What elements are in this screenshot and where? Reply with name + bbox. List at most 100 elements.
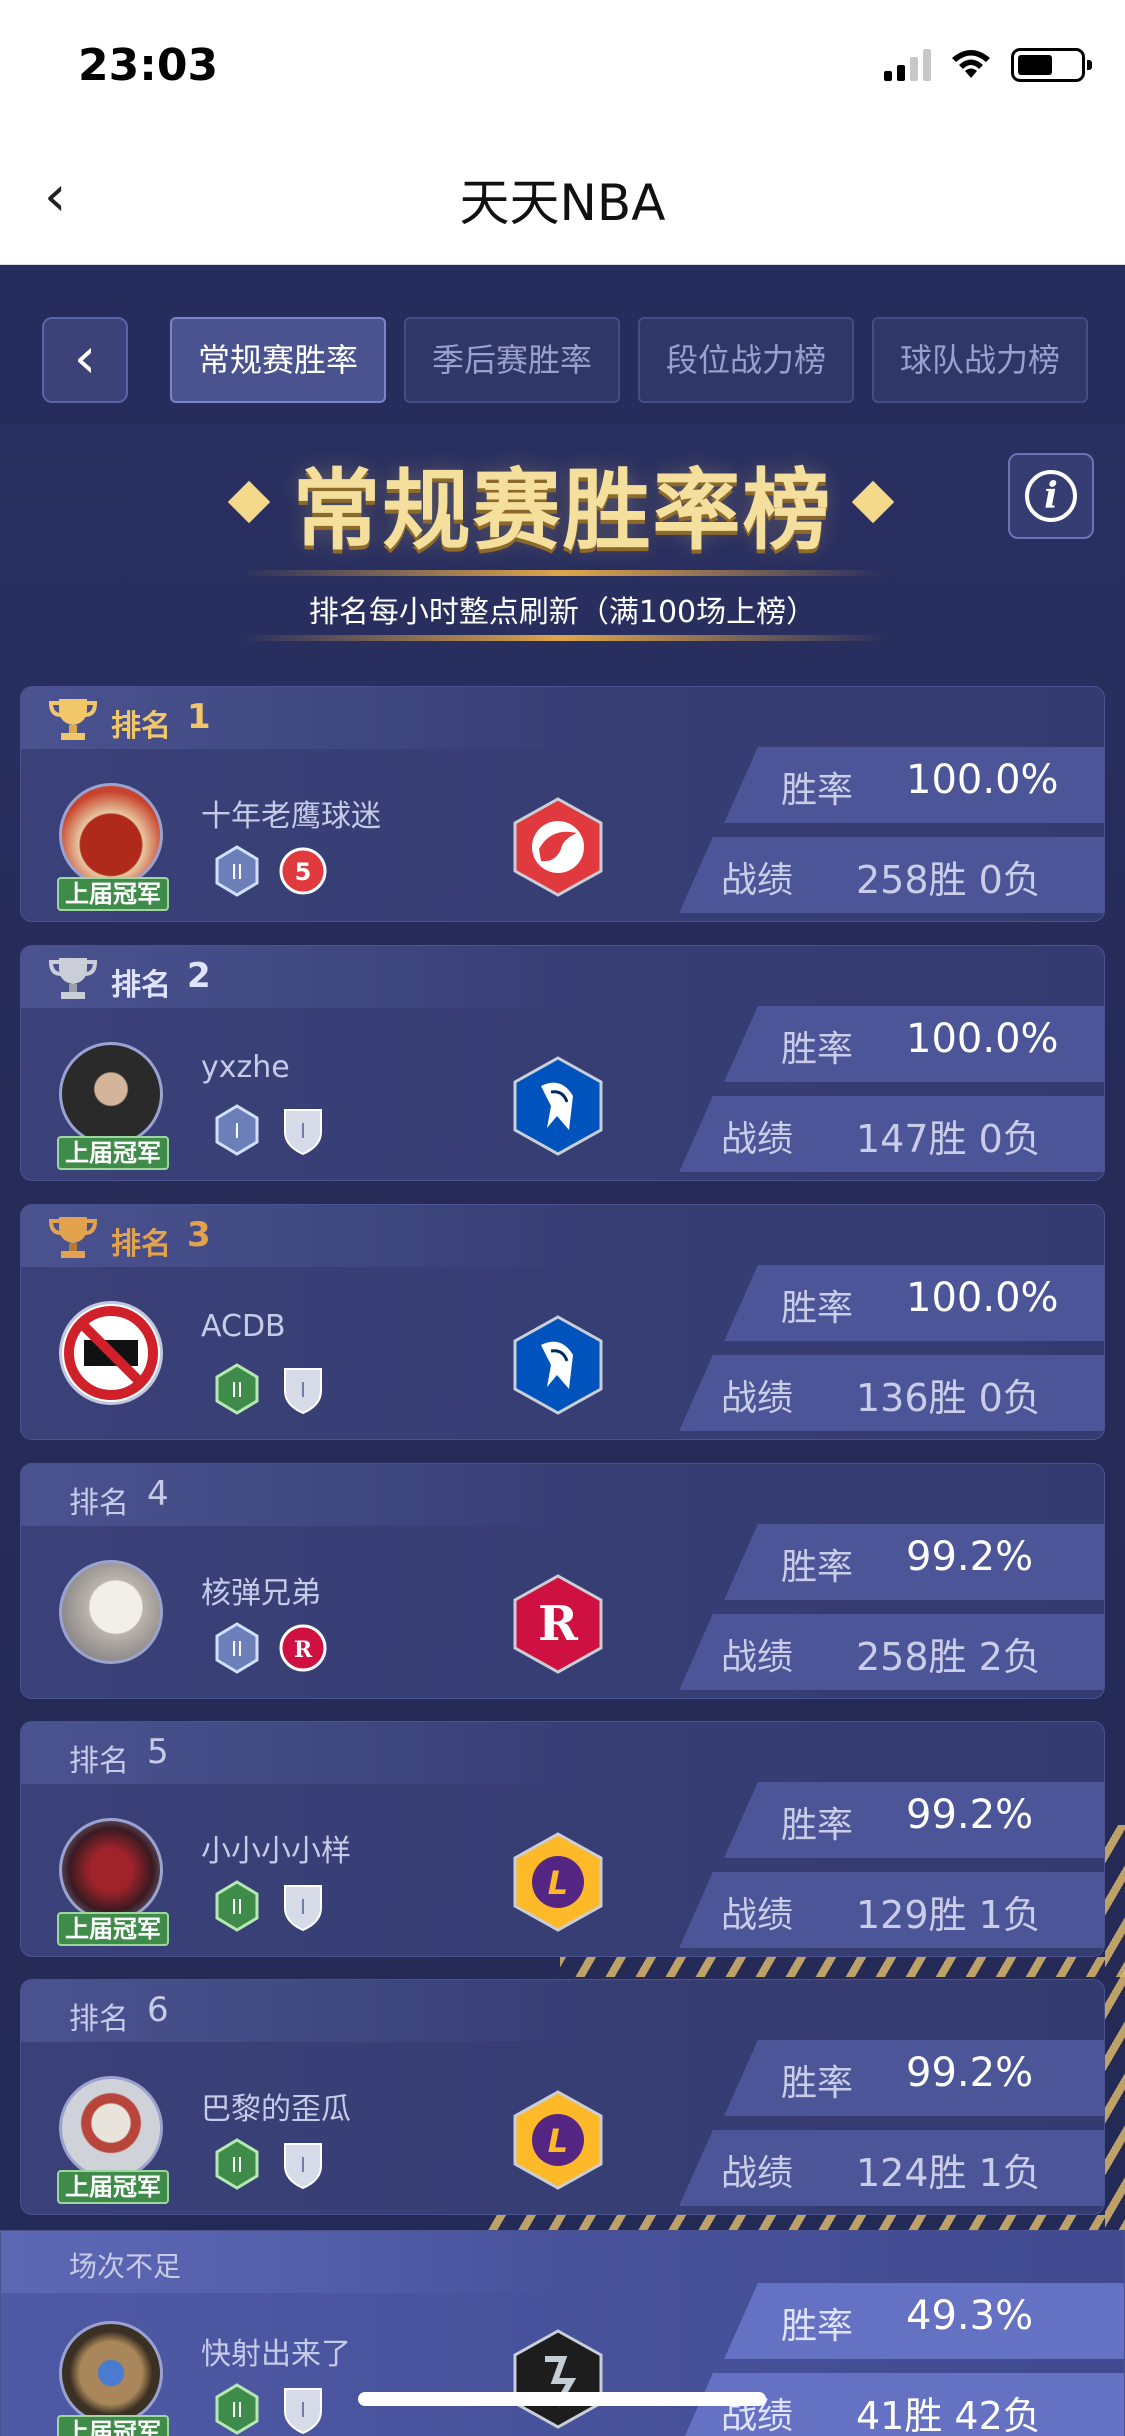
svg-text:II: II: [231, 860, 243, 884]
team-badge-icon: R: [279, 1624, 327, 1672]
info-icon: i: [1025, 470, 1077, 522]
win-rate-value: 99.2%: [906, 1792, 1034, 1838]
record-value: 136胜 0负: [856, 1376, 1041, 1420]
tier-badge-icon: II: [215, 1880, 259, 1932]
avatar[interactable]: [59, 1042, 163, 1146]
avatar[interactable]: [59, 1301, 163, 1405]
bronze-trophy-icon: [48, 1217, 98, 1258]
avatar[interactable]: [59, 2321, 163, 2425]
player-name[interactable]: ACDB: [201, 1309, 286, 1344]
rank-number: 4: [147, 1474, 169, 1514]
win-rate-label: 胜率: [781, 1805, 854, 1846]
rank-label: 排名: [111, 1227, 171, 1262]
player-name[interactable]: 十年老鹰球迷: [201, 791, 381, 835]
svg-text:5: 5: [295, 858, 312, 886]
leaderboard-row[interactable]: 排名 2 上届冠军 yxzhe I I 胜率 100.0% 战绩 147胜 0负: [20, 945, 1105, 1181]
win-rate-label: 胜率: [781, 1547, 854, 1588]
page-title: 天天NBA: [459, 174, 666, 232]
rank-number: 3: [187, 1215, 211, 1255]
record-value: 258胜 0负: [856, 858, 1041, 902]
rank-header: [21, 687, 581, 749]
avatar[interactable]: [59, 1560, 163, 1664]
svg-text:L: L: [548, 2122, 568, 2160]
player-name[interactable]: 巴黎的歪瓜: [201, 2084, 351, 2128]
glow-divider-top: [240, 570, 885, 576]
rank-label: 排名: [69, 1744, 129, 1779]
record-label: 战绩: [721, 1895, 794, 1936]
leaderboard-row[interactable]: 排名 3 ACDB II I 胜率 100.0% 战绩 136胜 0负: [20, 1204, 1105, 1440]
svg-text:I: I: [300, 2153, 306, 2177]
champion-tag: 上届冠军: [57, 1136, 169, 1170]
rank-label: 排名: [69, 1486, 129, 1521]
win-rate-value: 49.3%: [906, 2293, 1034, 2339]
tier-badge-icon: I: [215, 1104, 259, 1156]
svg-text:I: I: [234, 1119, 240, 1143]
win-rate-label: 胜率: [781, 770, 854, 811]
shield-badge-icon: I: [284, 2388, 322, 2435]
info-button[interactable]: i: [1008, 453, 1094, 539]
record-label: 战绩: [721, 2153, 794, 2194]
svg-text:II: II: [231, 1378, 243, 1402]
record-value: 258胜 2负: [856, 1635, 1041, 1679]
svg-text:I: I: [300, 1378, 306, 1402]
hawks-logo-icon: [513, 797, 603, 897]
lakers-logo-icon: L: [513, 2090, 603, 2190]
tier-badge-icon: II: [215, 2138, 259, 2190]
wifi-icon: [952, 50, 990, 78]
player-name[interactable]: yxzhe: [201, 1050, 290, 1085]
status-icons: [884, 48, 1092, 82]
shield-badge-icon: I: [284, 2143, 322, 2190]
leaderboard-row[interactable]: 排名 4 核弹兄弟 II R R 胜率 99.2% 战绩 258胜 2负: [20, 1463, 1105, 1699]
record-value: 147胜 0负: [856, 1117, 1041, 1161]
record-label: 战绩: [721, 1119, 794, 1160]
team-badge-icon: 5: [279, 847, 327, 895]
signal-icon: [884, 49, 931, 81]
tab-regular-season[interactable]: 常规赛胜率: [170, 317, 386, 403]
rank-header: [21, 946, 581, 1008]
record-label: 战绩: [721, 860, 794, 901]
shield-badge-icon: I: [284, 1368, 322, 1415]
leaderboard-row[interactable]: 排名 6 上届冠军 巴黎的歪瓜 II I L 胜率 99.2% 战绩 124胜 …: [20, 1979, 1105, 2215]
lakers-logo-icon: L: [513, 1832, 603, 1932]
champion-tag: 上届冠军: [57, 2170, 169, 2204]
leaderboard-back-button[interactable]: ‹: [42, 317, 128, 403]
svg-text:I: I: [300, 1895, 306, 1919]
svg-text:R: R: [538, 1596, 579, 1652]
gold-stripe-decoration: [560, 1957, 1125, 1977]
tier-badge-icon: II: [215, 1622, 259, 1674]
rank-status-label: 场次不足: [69, 2250, 182, 2283]
rank-number: 6: [147, 1990, 169, 2030]
svg-text:I: I: [300, 1119, 306, 1143]
tabs-bar: ‹ 常规赛胜率 季后赛胜率 段位战力榜 球队战力榜: [0, 265, 1125, 425]
svg-text:II: II: [231, 2398, 243, 2422]
record-value: 129胜 1负: [856, 1893, 1041, 1937]
svg-text:II: II: [231, 1637, 243, 1661]
avatar[interactable]: [59, 2076, 163, 2180]
home-indicator[interactable]: [358, 2392, 766, 2406]
svg-text:I: I: [300, 2398, 306, 2422]
tier-badge-icon: II: [215, 1363, 259, 1415]
nav-bar: ‹ 天天NBA: [0, 135, 1125, 265]
tab-playoffs[interactable]: 季后赛胜率: [404, 317, 620, 403]
record-label: 战绩: [721, 1378, 794, 1419]
leaderboard-content: ‹ 常规赛胜率 季后赛胜率 段位战力榜 球队战力榜 常规赛胜率榜 i 排名每小时…: [0, 265, 1125, 2436]
tab-tier-power[interactable]: 段位战力榜: [638, 317, 854, 403]
avatar[interactable]: [59, 783, 163, 887]
tab-team-power[interactable]: 球队战力榜: [872, 317, 1088, 403]
player-name[interactable]: 小小小小样: [201, 1826, 351, 1870]
svg-text:R: R: [294, 1637, 313, 1663]
svg-text:II: II: [231, 1895, 243, 1919]
player-name[interactable]: 快射出来了: [201, 2329, 351, 2373]
mavericks-logo-icon: [513, 1056, 603, 1156]
player-name[interactable]: 核弹兄弟: [201, 1568, 321, 1612]
leaderboard-row[interactable]: 排名 5 上届冠军 小小小小样 II I L 胜率 99.2% 战绩 129胜 …: [20, 1721, 1105, 1957]
leaderboard-row[interactable]: 排名 1 上届冠军 十年老鹰球迷 II 5 胜率 100.0% 战绩 258胜 …: [20, 686, 1105, 922]
svg-text:L: L: [548, 1864, 568, 1902]
battery-icon: [1011, 48, 1092, 82]
rank-number: 2: [187, 956, 211, 996]
rank-header: [21, 1205, 581, 1267]
rank-label: 排名: [111, 968, 171, 1003]
avatar[interactable]: [59, 1818, 163, 1922]
champion-tag: 上届冠军: [57, 1912, 169, 1946]
rockets-logo-icon: R: [513, 1574, 603, 1674]
